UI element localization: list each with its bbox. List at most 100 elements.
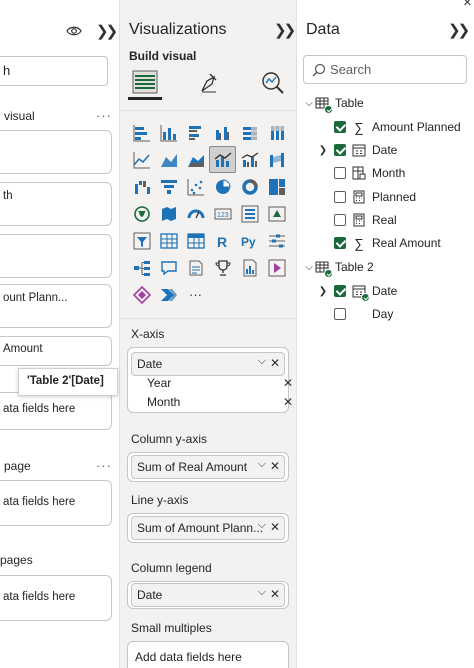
add-filter-drop-zone[interactable]: ata fields here (0, 392, 112, 430)
small-multiples-well[interactable]: Add data fields here (127, 641, 289, 668)
remove-field-icon[interactable]: ✕ (270, 356, 280, 370)
goals-trophy-icon[interactable] (209, 254, 236, 281)
treemap-icon[interactable] (263, 173, 290, 200)
power-automate-icon[interactable] (155, 281, 182, 308)
field-checkbox[interactable] (334, 191, 346, 203)
remove-field-icon[interactable]: ✕ (270, 459, 280, 473)
line-y-axis-field-chip[interactable]: Sum of Amount Plann... ⌵ ✕ (131, 516, 285, 540)
field-checkbox[interactable] (334, 214, 346, 226)
close-icon[interactable]: ✕ (463, 0, 472, 9)
field-table2-date[interactable]: ❯ Date (317, 281, 397, 302)
field-checkbox[interactable] (334, 144, 346, 156)
analytics-tab[interactable] (256, 66, 290, 100)
ribbon-chart-icon[interactable] (263, 146, 290, 173)
multi-row-card-icon[interactable] (236, 200, 263, 227)
map-icon[interactable] (128, 200, 155, 227)
field-amount-planned[interactable]: ∑ Amount Planned (334, 117, 461, 137)
more-options-icon[interactable]: ··· (96, 458, 112, 473)
gauge-icon[interactable] (182, 200, 209, 227)
filter-card[interactable] (0, 234, 112, 278)
column-legend-field-chip[interactable]: Date ⌵ ✕ (131, 583, 285, 607)
field-checkbox[interactable] (334, 237, 346, 249)
clustered-column-chart-icon[interactable] (209, 119, 236, 146)
chevron-down-icon[interactable]: ⌵ (303, 262, 315, 273)
field-day[interactable]: Day (334, 304, 393, 324)
build-visual-tab[interactable] (128, 66, 162, 100)
python-visual-icon[interactable]: Py (236, 227, 263, 254)
filled-map-icon[interactable] (155, 200, 182, 227)
filters-search-input[interactable]: h (0, 56, 108, 86)
field-date[interactable]: ❯ Date (317, 140, 398, 160)
stacked-bar-chart-icon[interactable] (128, 119, 155, 146)
100-stacked-column-chart-icon[interactable] (263, 119, 290, 146)
table-node-table[interactable]: ⌵ Table (303, 93, 364, 114)
scatter-chart-icon[interactable] (182, 173, 209, 200)
collapse-visualizations-icon[interactable]: ❯❯ (274, 21, 296, 39)
matrix-icon[interactable] (182, 227, 209, 254)
stacked-area-chart-icon[interactable] (182, 146, 209, 173)
filter-card[interactable]: Amount (0, 336, 112, 366)
eye-icon[interactable] (66, 24, 82, 38)
more-visuals-icon[interactable]: ··· (182, 281, 209, 308)
column-legend-well[interactable]: Date ⌵ ✕ (127, 581, 289, 609)
filter-card[interactable]: th (0, 182, 112, 226)
collapse-data-icon[interactable]: ❯❯ (448, 21, 470, 39)
key-influencers-icon[interactable] (263, 227, 290, 254)
chevron-down-icon[interactable]: ⌵ (258, 355, 266, 368)
field-checkbox[interactable] (334, 121, 346, 133)
power-apps-icon[interactable] (263, 254, 290, 281)
hierarchy-level-year[interactable]: Year (147, 376, 171, 390)
table-icon[interactable] (155, 227, 182, 254)
line-and-stacked-column-chart-icon[interactable] (209, 146, 236, 173)
x-axis-field-chip[interactable]: Date ⌵ ✕ (131, 352, 285, 376)
field-checkbox[interactable] (334, 167, 346, 179)
filter-card[interactable]: ount Plann... (0, 284, 112, 328)
field-month[interactable]: Month (334, 163, 405, 183)
field-planned[interactable]: Planned (334, 187, 416, 207)
more-options-icon[interactable]: ··· (96, 108, 112, 123)
qa-visual-icon[interactable] (155, 254, 182, 281)
line-chart-icon[interactable] (128, 146, 155, 173)
collapse-filters-icon[interactable]: ❯❯ (96, 22, 118, 40)
power-apps-diamond-icon[interactable] (128, 281, 155, 308)
r-script-visual-icon[interactable]: R (209, 227, 236, 254)
line-and-clustered-column-chart-icon[interactable] (236, 146, 263, 173)
kpi-icon[interactable] (263, 200, 290, 227)
donut-chart-icon[interactable] (236, 173, 263, 200)
100-stacked-bar-chart-icon[interactable] (236, 119, 263, 146)
chevron-down-icon[interactable]: ⌵ (258, 458, 266, 471)
field-checkbox[interactable] (334, 285, 346, 297)
stacked-column-chart-icon[interactable] (155, 119, 182, 146)
hierarchy-level-month[interactable]: Month (147, 395, 180, 409)
remove-field-icon[interactable]: ✕ (283, 376, 293, 390)
format-visual-tab[interactable] (192, 66, 226, 100)
data-search-input[interactable]: Search (303, 55, 467, 84)
line-y-axis-well[interactable]: Sum of Amount Plann... ⌵ ✕ (127, 513, 289, 543)
card-icon[interactable]: 123 (209, 200, 236, 227)
smart-narrative-icon[interactable] (182, 254, 209, 281)
funnel-chart-icon[interactable] (155, 173, 182, 200)
remove-field-icon[interactable]: ✕ (283, 395, 293, 409)
field-real[interactable]: Real (334, 210, 397, 230)
remove-field-icon[interactable]: ✕ (270, 520, 280, 534)
area-chart-icon[interactable] (155, 146, 182, 173)
clustered-bar-chart-icon[interactable] (182, 119, 209, 146)
field-checkbox[interactable] (334, 308, 346, 320)
add-filter-drop-zone[interactable]: ata fields here (0, 480, 112, 526)
x-axis-well[interactable]: Date ⌵ ✕ Year ✕ Month ✕ (127, 347, 293, 413)
add-filter-drop-zone[interactable]: ata fields here (0, 575, 112, 621)
chevron-down-icon[interactable]: ⌵ (303, 98, 315, 109)
paginated-report-icon[interactable] (236, 254, 263, 281)
chevron-right-icon[interactable]: ❯ (317, 286, 329, 297)
chevron-right-icon[interactable]: ❯ (317, 145, 329, 156)
decomposition-tree-icon[interactable] (128, 254, 155, 281)
remove-field-icon[interactable]: ✕ (270, 587, 280, 601)
chevron-down-icon[interactable]: ⌵ (258, 519, 266, 532)
column-y-axis-well[interactable]: Sum of Real Amount ⌵ ✕ (127, 452, 289, 482)
column-y-axis-field-chip[interactable]: Sum of Real Amount ⌵ ✕ (131, 455, 285, 479)
field-real-amount[interactable]: ∑ Real Amount (334, 233, 441, 253)
table-node-table-2[interactable]: ⌵ Table 2 (303, 257, 374, 278)
chevron-down-icon[interactable]: ⌵ (258, 586, 266, 599)
filter-card[interactable] (0, 130, 112, 174)
pie-chart-icon[interactable] (209, 173, 236, 200)
